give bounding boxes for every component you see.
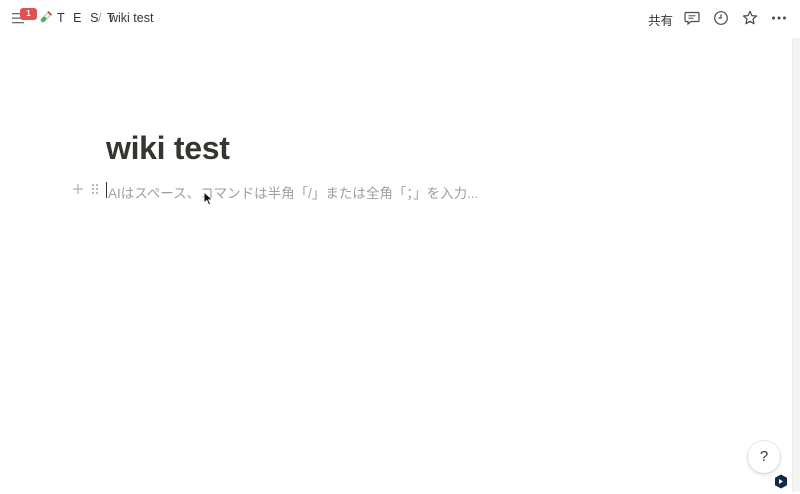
share-button[interactable]: 共有 (648, 10, 673, 29)
breadcrumb-page[interactable]: wiki test (109, 11, 153, 25)
top-bar: 1 T E S T / wiki test 共有 (0, 0, 800, 37)
notification-badge: 1 (20, 8, 37, 20)
scrollbar[interactable] (792, 38, 800, 492)
more-icon[interactable] (770, 9, 788, 27)
test-tube-icon[interactable] (37, 10, 53, 26)
comment-icon[interactable] (683, 9, 701, 27)
block-placeholder[interactable]: AIはスペース、コマンドは半角「/」または全角「；」を入力... (108, 182, 478, 202)
extension-icon[interactable] (774, 474, 788, 489)
mouse-cursor-icon (203, 190, 215, 207)
text-caret (106, 182, 107, 198)
breadcrumb-separator: / (98, 11, 102, 25)
add-block-icon[interactable] (71, 181, 85, 197)
help-button[interactable]: ? (748, 441, 780, 473)
drag-handle-icon[interactable] (90, 182, 100, 196)
clock-icon[interactable] (712, 9, 730, 27)
page-title[interactable]: wiki test (106, 130, 230, 167)
star-icon[interactable] (741, 9, 759, 27)
